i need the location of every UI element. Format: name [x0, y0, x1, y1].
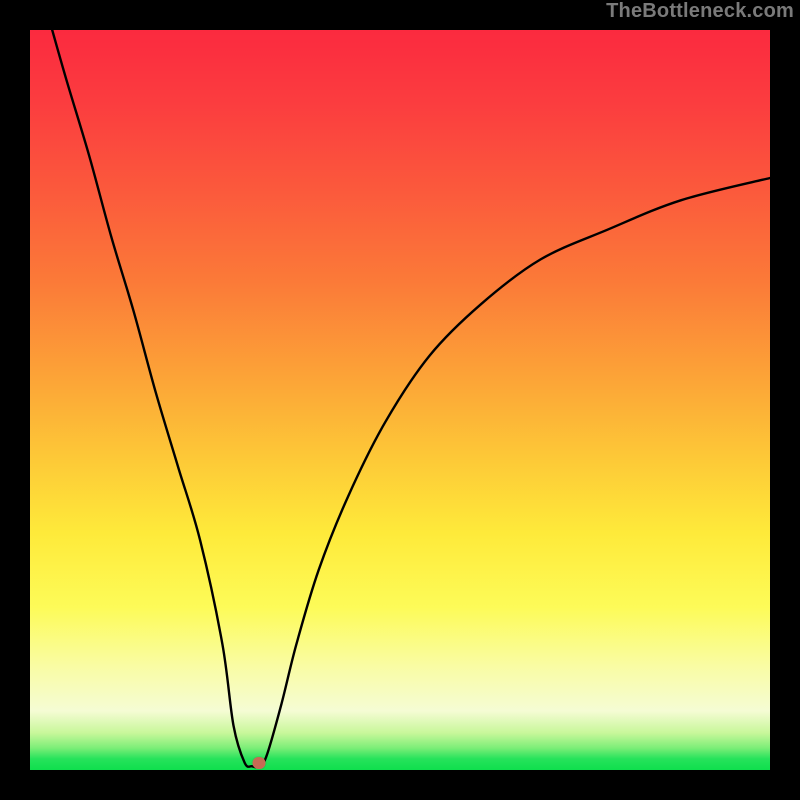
plot-area: [30, 30, 770, 770]
chart-frame: TheBottleneck.com: [0, 0, 800, 800]
watermark-text: TheBottleneck.com: [606, 0, 794, 23]
bottleneck-curve: [30, 30, 770, 770]
curve-minimum-marker: [253, 757, 266, 769]
